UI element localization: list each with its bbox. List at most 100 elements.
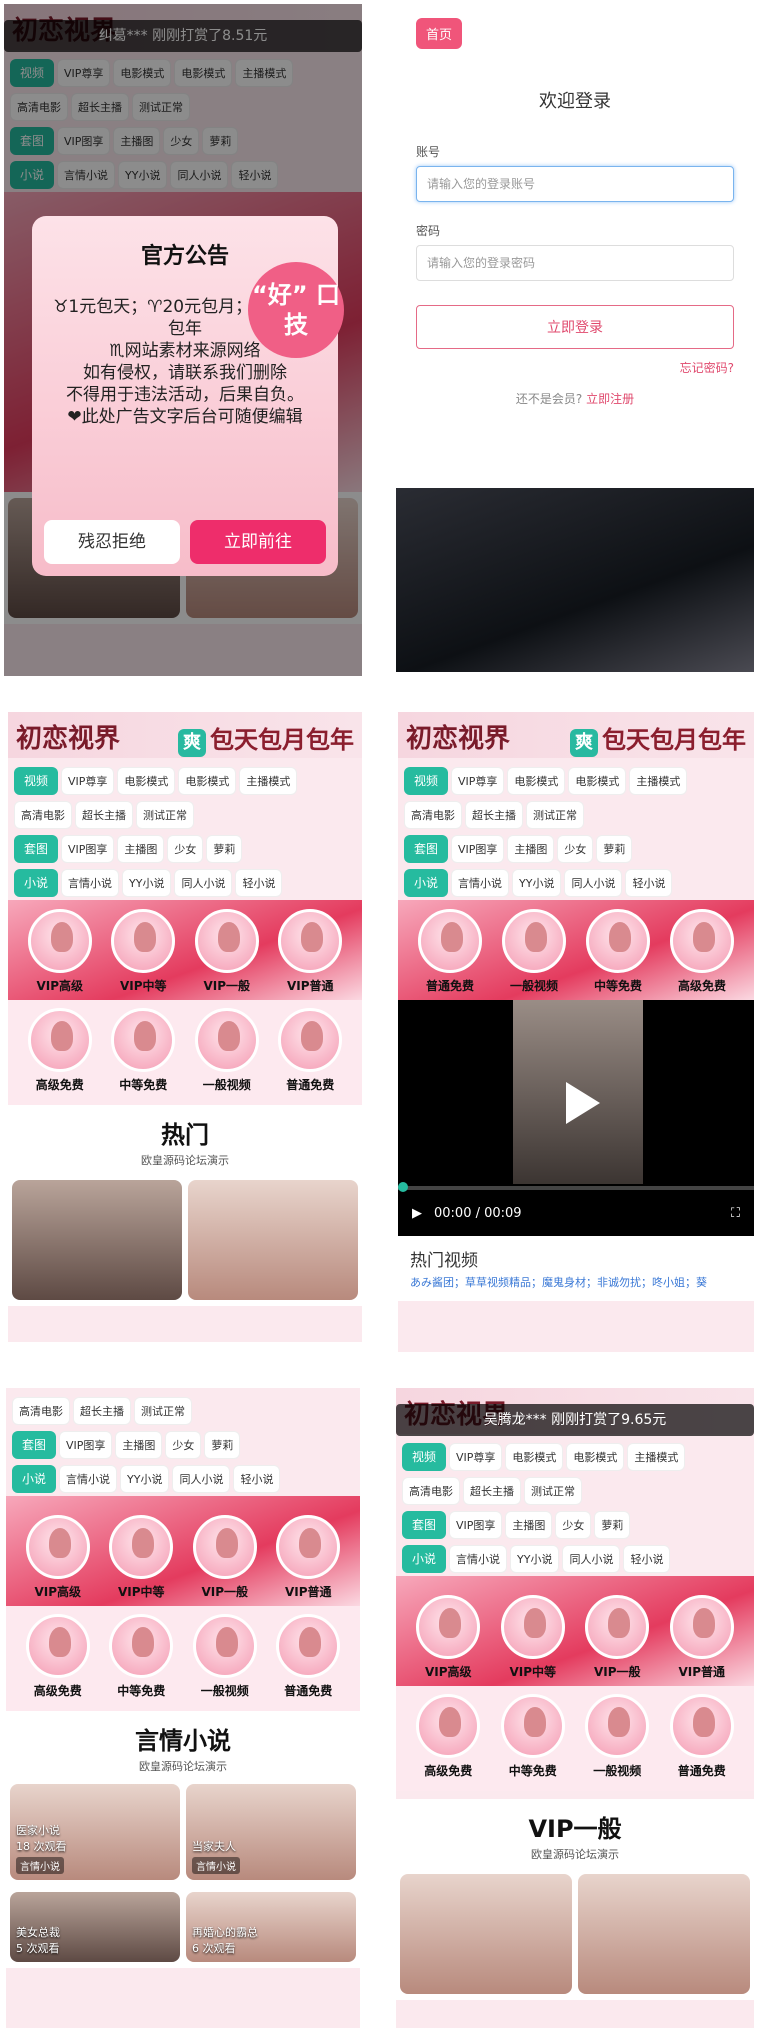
nav-item[interactable]: 电影模式 [505, 1443, 564, 1471]
circle-vip-normal[interactable]: VIP一般 [186, 909, 268, 994]
nav-item[interactable]: 同人小说 [564, 869, 623, 897]
nav-item[interactable]: 超长主播 [73, 1397, 131, 1425]
nav-item[interactable]: 轻小说 [233, 1465, 281, 1493]
nav-category-novel[interactable]: 小说 [12, 1465, 57, 1493]
nav-item[interactable]: 轻小说 [623, 1545, 671, 1573]
circle-video-normal[interactable]: 一般视频 [576, 1694, 658, 1779]
nav-item[interactable]: 高清电影 [404, 801, 462, 829]
nav-category-novel[interactable]: 小说 [402, 1545, 447, 1573]
nav-item[interactable]: 主播模式 [627, 1443, 686, 1471]
refuse-button[interactable]: 残忍拒绝 [44, 520, 180, 564]
circle-free-high[interactable]: 高级免费 [661, 909, 743, 994]
nav-category-pics[interactable]: 套图 [404, 835, 449, 863]
nav-item[interactable]: VIP尊享 [449, 1443, 503, 1471]
nav-item[interactable]: VIP尊享 [451, 767, 505, 795]
nav-item[interactable]: VIP图享 [59, 1431, 113, 1459]
nav-item[interactable]: 言情小说 [449, 1545, 508, 1573]
play-icon[interactable] [548, 1072, 610, 1134]
circle-free-high[interactable]: 高级免费 [19, 1008, 101, 1093]
home-button[interactable]: 首页 [416, 18, 463, 49]
nav-item[interactable]: 同人小说 [174, 869, 233, 897]
circle-vip-high[interactable]: VIP高级 [19, 909, 101, 994]
circle-free-mid[interactable]: 中等免费 [577, 909, 659, 994]
circle-vip-basic[interactable]: VIP普通 [269, 909, 351, 994]
novel-thumb[interactable]: 再婚心的霸总 6 次观看 [186, 1892, 356, 1962]
nav-item[interactable]: 萝莉 [594, 1511, 631, 1539]
nav-item[interactable]: 电影模式 [507, 767, 566, 795]
nav-item[interactable]: 轻小说 [235, 869, 283, 897]
circle-free-basic[interactable]: 普通免费 [409, 909, 491, 994]
login-button[interactable]: 立即登录 [416, 305, 734, 349]
video-player[interactable]: ▶ 00:00 / 00:09 ⛶ [398, 1000, 754, 1236]
nav-item[interactable]: 电影模式 [178, 767, 237, 795]
nav-item[interactable]: 少女 [555, 1511, 592, 1539]
nav-item[interactable]: YY小说 [122, 869, 172, 897]
circle-vip-normal[interactable]: VIP一般 [576, 1595, 658, 1680]
circle-vip-basic[interactable]: VIP普通 [661, 1595, 743, 1680]
circle-free-mid[interactable]: 中等免费 [492, 1694, 574, 1779]
nav-item[interactable]: 高清电影 [402, 1477, 460, 1505]
circle-vip-mid[interactable]: VIP中等 [100, 1515, 182, 1600]
nav-item[interactable]: 少女 [165, 1431, 202, 1459]
nav-item[interactable]: 超长主播 [75, 801, 133, 829]
nav-item[interactable]: 萝莉 [596, 835, 633, 863]
nav-item[interactable]: 言情小说 [61, 869, 120, 897]
nav-item[interactable]: VIP图享 [449, 1511, 503, 1539]
nav-item[interactable]: 主播图 [115, 1431, 163, 1459]
nav-item[interactable]: 少女 [557, 835, 594, 863]
thumb[interactable] [400, 1874, 572, 1994]
register-link[interactable]: 立即注册 [586, 392, 634, 406]
circle-vip-mid[interactable]: VIP中等 [102, 909, 184, 994]
nav-item[interactable]: VIP图享 [451, 835, 505, 863]
nav-item[interactable]: 轻小说 [625, 869, 673, 897]
circle-free-basic[interactable]: 普通免费 [267, 1614, 349, 1699]
novel-thumb[interactable]: 美女总裁 5 次观看 [10, 1892, 180, 1962]
circle-video-normal[interactable]: 一般视频 [186, 1008, 268, 1093]
nav-item[interactable]: 测试正常 [136, 801, 194, 829]
thumb[interactable] [578, 1874, 750, 1994]
forgot-password-link[interactable]: 忘记密码? [416, 359, 734, 376]
circle-free-basic[interactable]: 普通免费 [661, 1694, 743, 1779]
circle-vip-high[interactable]: VIP高级 [17, 1515, 99, 1600]
nav-category-pics[interactable]: 套图 [12, 1431, 57, 1459]
circle-free-basic[interactable]: 普通免费 [269, 1008, 351, 1093]
nav-item[interactable]: 测试正常 [526, 801, 584, 829]
circle-video-normal[interactable]: 一般视频 [493, 909, 575, 994]
novel-thumb[interactable]: 医家小说 18 次观看 言情小说 [10, 1784, 180, 1880]
nav-category-video[interactable]: 视频 [404, 767, 449, 795]
password-input[interactable]: 请输入您的登录密码 [416, 245, 734, 281]
nav-item[interactable]: 高清电影 [14, 801, 72, 829]
circle-vip-basic[interactable]: VIP普通 [267, 1515, 349, 1600]
nav-item[interactable]: YY小说 [510, 1545, 560, 1573]
nav-category-novel[interactable]: 小说 [404, 869, 449, 897]
nav-item[interactable]: 萝莉 [204, 1431, 241, 1459]
account-input[interactable]: 请输入您的登录账号 [416, 166, 734, 202]
circle-free-mid[interactable]: 中等免费 [102, 1008, 184, 1093]
nav-item[interactable]: 测试正常 [524, 1477, 582, 1505]
nav-item[interactable]: 主播图 [507, 835, 555, 863]
thumb[interactable] [12, 1180, 182, 1300]
nav-item[interactable]: 同人小说 [562, 1545, 621, 1573]
nav-item[interactable]: 主播图 [505, 1511, 553, 1539]
nav-category-video[interactable]: 视频 [402, 1443, 447, 1471]
nav-item[interactable]: 主播模式 [239, 767, 298, 795]
nav-item[interactable]: 萝莉 [206, 835, 243, 863]
nav-category-pics[interactable]: 套图 [402, 1511, 447, 1539]
novel-thumb[interactable]: 当家夫人 言情小说 [186, 1784, 356, 1880]
circle-free-mid[interactable]: 中等免费 [100, 1614, 182, 1699]
circle-vip-mid[interactable]: VIP中等 [492, 1595, 574, 1680]
nav-item[interactable]: 超长主播 [463, 1477, 521, 1505]
hot-video-links[interactable]: あみ酱团；草草视频精品；魔鬼身材；非诚勿扰；咚小姐；葵 [398, 1275, 754, 1301]
nav-category-pics[interactable]: 套图 [14, 835, 59, 863]
fullscreen-icon[interactable]: ⛶ [731, 1206, 740, 1221]
nav-item[interactable]: VIP图享 [61, 835, 115, 863]
circle-free-high[interactable]: 高级免费 [17, 1614, 99, 1699]
nav-item[interactable]: 言情小说 [59, 1465, 118, 1493]
nav-item[interactable]: 少女 [167, 835, 204, 863]
nav-item[interactable]: YY小说 [120, 1465, 170, 1493]
nav-item[interactable]: 测试正常 [134, 1397, 192, 1425]
nav-item[interactable]: 高清电影 [12, 1397, 70, 1425]
circle-free-high[interactable]: 高级免费 [407, 1694, 489, 1779]
nav-item[interactable]: 电影模式 [566, 1443, 625, 1471]
circle-vip-normal[interactable]: VIP一般 [184, 1515, 266, 1600]
